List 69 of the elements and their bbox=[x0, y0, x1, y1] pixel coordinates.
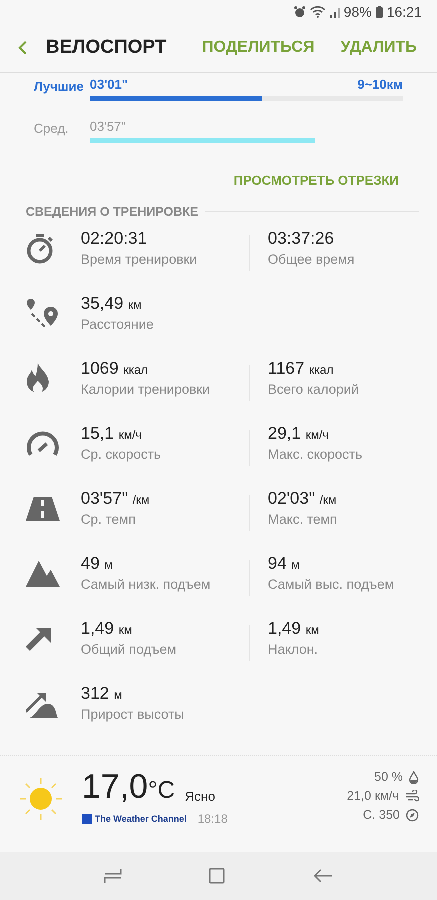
speedometer-icon bbox=[26, 431, 60, 457]
stat-value: 1,49 км bbox=[268, 619, 320, 639]
stat-label: Расстояние bbox=[81, 317, 155, 332]
stat-label: Калории тренировки bbox=[81, 382, 212, 397]
stat-label: Самый низк. подъем bbox=[81, 577, 212, 592]
arrow-icon bbox=[26, 625, 54, 653]
wind-icon bbox=[405, 790, 419, 802]
view-segments-link[interactable]: ПРОСМОТРЕТЬ ОТРЕЗКИ bbox=[234, 166, 399, 195]
stat-label: Ср. темп bbox=[81, 512, 137, 527]
stat-label: Всего калорий bbox=[268, 382, 360, 397]
compass-icon bbox=[406, 808, 419, 822]
stat-label: Самый выс. подъем bbox=[268, 577, 396, 592]
stopwatch-icon bbox=[26, 234, 54, 264]
pace-value: 03'57" bbox=[90, 118, 126, 136]
stat-value: 35,49 км bbox=[81, 294, 143, 314]
stat-value: 1069 ккал bbox=[81, 359, 150, 379]
weather-detail: С. 350 bbox=[363, 808, 400, 822]
battery-percent: 98% bbox=[344, 4, 372, 20]
stat-value: 02'03" /км bbox=[268, 489, 338, 509]
stat-label: Макс. темп bbox=[268, 512, 338, 527]
screen-title: ВЕЛОСПОРТ bbox=[46, 36, 168, 59]
home-icon bbox=[209, 868, 226, 884]
stat-value: 29,1 км/ч bbox=[268, 424, 330, 444]
drop-icon bbox=[409, 770, 419, 784]
battery-icon bbox=[376, 6, 383, 18]
alarm-icon bbox=[294, 6, 306, 18]
stat-label: Наклон. bbox=[268, 642, 320, 657]
distance-range: 9~10км bbox=[358, 76, 403, 94]
stat-label: Прирост высоты bbox=[81, 707, 186, 722]
weather-condition: Ясно bbox=[185, 789, 216, 804]
sun-icon bbox=[18, 776, 64, 822]
stat-label: Макс. скорость bbox=[268, 447, 364, 462]
stat-value: 02:20:31 bbox=[81, 229, 148, 249]
elevation-gain-icon bbox=[26, 690, 58, 718]
weather-detail: 50 % bbox=[374, 770, 403, 784]
route-icon bbox=[26, 299, 60, 329]
signal-icon bbox=[330, 6, 340, 18]
wifi-icon bbox=[310, 6, 326, 18]
stat-value: 03'57" /км bbox=[81, 489, 151, 509]
stat-value: 49 м bbox=[81, 554, 114, 574]
pace-label: Лучшие bbox=[34, 78, 85, 94]
stat-label: Время тренировки bbox=[81, 252, 198, 267]
back-icon bbox=[313, 868, 334, 884]
weather-time: 18:18 bbox=[198, 812, 228, 826]
action-button[interactable]: ПОДЕЛИТЬСЯ bbox=[202, 38, 315, 57]
back-icon bbox=[18, 40, 28, 56]
temperature: 17,0°C bbox=[82, 770, 176, 804]
road-icon bbox=[26, 497, 60, 521]
flame-icon bbox=[26, 363, 50, 395]
clock: 16:21 bbox=[386, 4, 422, 20]
recents-icon bbox=[104, 868, 122, 884]
stat-value: 03:37:26 bbox=[268, 229, 336, 249]
back-button[interactable] bbox=[18, 40, 28, 56]
stat-value: 1167 ккал bbox=[268, 359, 335, 379]
pace-label: Сред. bbox=[34, 120, 70, 136]
stat-value: 94 м bbox=[268, 554, 301, 574]
stat-value: 15,1 км/ч bbox=[81, 424, 143, 444]
pace-value: 03'01" bbox=[90, 76, 128, 94]
weather-logo-icon bbox=[82, 814, 92, 824]
section-title: СВЕДЕНИЯ О ТРЕНИРОВКЕ bbox=[26, 204, 199, 219]
stat-value: 1,49 км bbox=[81, 619, 134, 639]
mountain-icon bbox=[26, 561, 60, 587]
stat-label: Ср. скорость bbox=[81, 447, 162, 462]
stat-value: 312 м bbox=[81, 684, 124, 704]
stat-label: Общее время bbox=[268, 252, 356, 267]
weather-provider: The Weather Channel bbox=[95, 814, 187, 824]
stat-label: Общий подъем bbox=[81, 642, 178, 657]
action-button[interactable]: УДАЛИТЬ bbox=[340, 38, 417, 57]
weather-detail: 21,0 км/ч bbox=[347, 789, 399, 803]
